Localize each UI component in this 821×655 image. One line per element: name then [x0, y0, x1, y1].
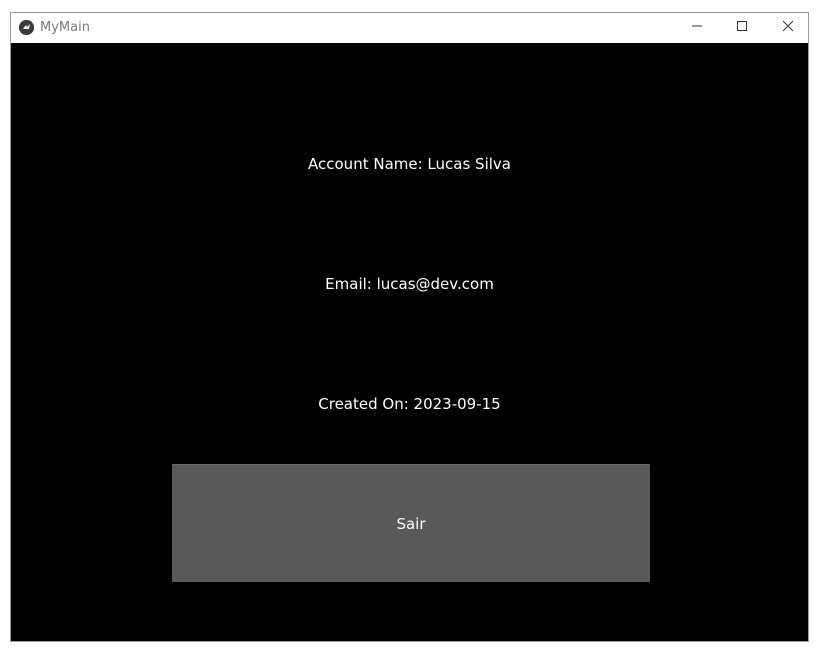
app-window: MyMain Account Name: Lucas Silva Email: …: [10, 12, 809, 642]
account-name-label: Account Name: Lucas Silva: [308, 155, 511, 173]
window-title: MyMain: [40, 20, 90, 35]
maximize-icon: [736, 19, 748, 37]
created-on-label: Created On: 2023-09-15: [318, 395, 501, 413]
exit-button[interactable]: Sair: [172, 464, 650, 582]
close-button[interactable]: [765, 13, 811, 43]
title-bar[interactable]: MyMain: [11, 13, 808, 43]
minimize-button[interactable]: [674, 13, 720, 43]
maximize-button[interactable]: [719, 13, 765, 43]
minimize-icon: [691, 19, 703, 37]
app-icon: [19, 20, 34, 35]
close-icon: [782, 19, 794, 37]
exit-button-label: Sair: [396, 514, 426, 533]
email-label: Email: lucas@dev.com: [325, 275, 494, 293]
main-content: Account Name: Lucas Silva Email: lucas@d…: [11, 43, 808, 641]
